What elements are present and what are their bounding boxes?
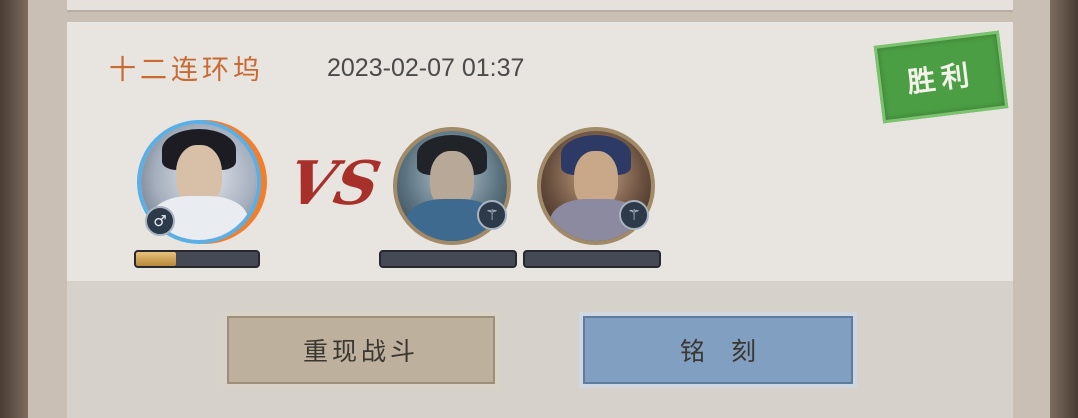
action-area — [67, 281, 1013, 418]
enemy-bar-1 — [379, 250, 517, 268]
male-gender-icon: ♂ — [145, 206, 175, 236]
victory-stamp: 胜利 — [873, 30, 1009, 124]
replay-battle-button[interactable]: 重现战斗 — [223, 312, 499, 388]
class-emblem-icon: ⚚ — [619, 200, 649, 230]
frame-right-edge — [1050, 0, 1078, 418]
versus-icon: VS — [281, 149, 387, 219]
previous-record-card — [67, 0, 1013, 12]
player-progress-bar — [134, 250, 260, 268]
player-progress-fill — [136, 252, 177, 266]
engrave-button[interactable]: 铭刻 — [579, 312, 857, 388]
frame-left-edge — [0, 0, 28, 418]
map-name: 十二连环坞 — [109, 55, 264, 86]
class-emblem-icon: ⚚ — [477, 200, 507, 230]
enemy-bar-2 — [523, 250, 661, 268]
battle-record-card: 十二连环坞 2023-02-07 01:37 胜利 ♂ VS ⚚ ⚚ 重现战斗 … — [67, 22, 1013, 418]
battle-datetime: 2023-02-07 01:37 — [327, 54, 525, 82]
